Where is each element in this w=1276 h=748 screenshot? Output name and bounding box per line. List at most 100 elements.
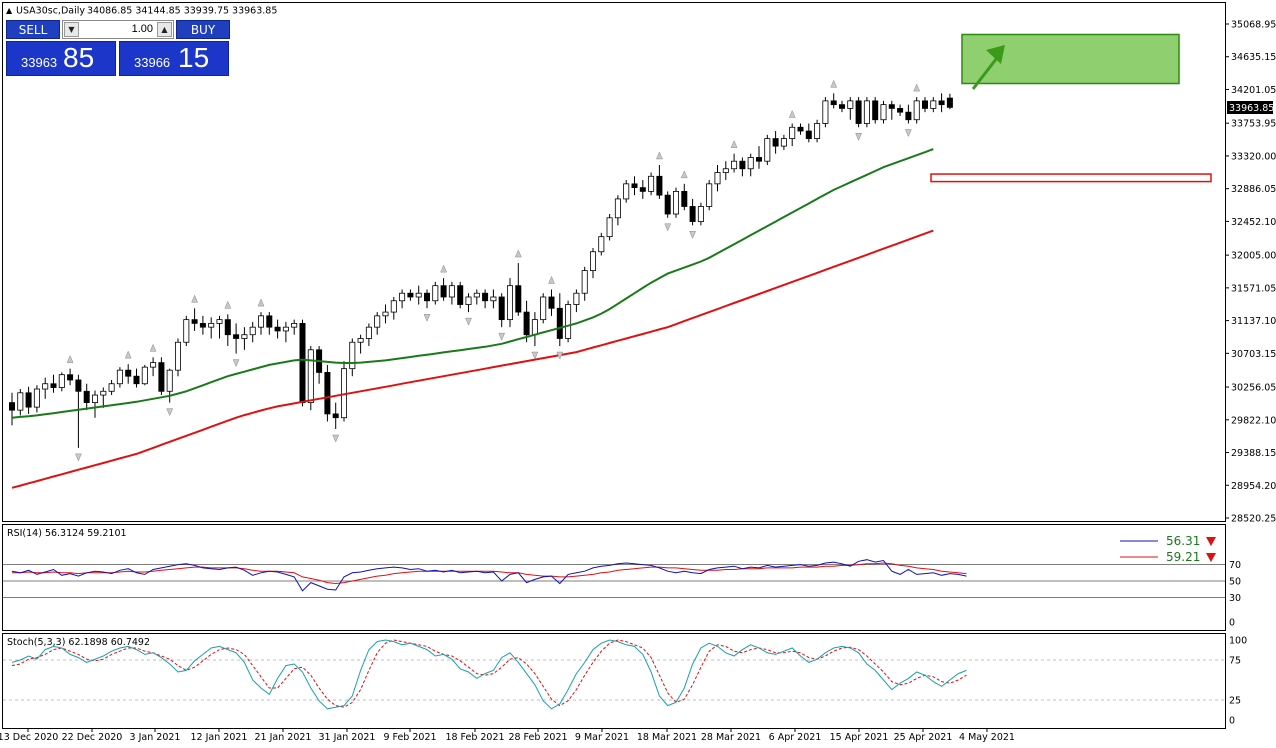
buy-price[interactable]: 33966 15 (119, 41, 229, 76)
candle-body (100, 390, 107, 396)
buy-button[interactable]: BUY (176, 20, 230, 39)
symbol-label: USA30sc,Daily (16, 6, 85, 17)
candle-body (598, 236, 605, 253)
y-tick-label: 33320.00 (1231, 151, 1276, 162)
candle-body (249, 326, 256, 336)
candle-body (556, 307, 563, 339)
candle-body (282, 326, 289, 332)
stoch-panel-frame (2, 633, 1226, 729)
ohlc-label: 34086.85 34144.85 33939.75 33963.85 (87, 6, 277, 17)
candle-body (523, 311, 530, 336)
candle-body (199, 322, 206, 328)
candle-body (780, 138, 787, 147)
candle-body (764, 138, 771, 162)
candle-body (573, 292, 580, 305)
candle-body (141, 366, 148, 385)
candle-body (897, 108, 904, 113)
sell-price[interactable]: 33963 85 (6, 41, 116, 76)
candle-body (233, 334, 240, 339)
candle-body (241, 334, 248, 339)
stoch-title: Stoch(5,3,3) 62.1898 60.7492 (7, 637, 150, 648)
stoch-tick-label: 75 (1229, 656, 1241, 667)
candle-body (548, 296, 555, 309)
candle-body (614, 198, 621, 219)
chevron-up-icon[interactable]: ▲ (157, 22, 172, 37)
y-tick-label: 29822.10 (1231, 415, 1276, 426)
candle-body (905, 111, 912, 121)
candle-body (822, 100, 829, 124)
chevron-down-icon[interactable]: ▼ (64, 22, 79, 37)
candle-body (590, 251, 597, 271)
candle-body (913, 100, 920, 121)
candle-body (191, 319, 198, 324)
candle-body (133, 375, 140, 385)
candle-body (75, 379, 82, 392)
sell-button[interactable]: SELL (6, 20, 60, 39)
rsi-tick-label: 0 (1229, 618, 1235, 629)
candle-body (266, 315, 273, 328)
candle-body (407, 292, 414, 298)
current-price-label: 33963.85 (1229, 103, 1274, 114)
lots-stepper[interactable]: ▼ 1.00 ▲ (62, 20, 174, 39)
candle-body (332, 413, 339, 419)
candle-body (731, 160, 738, 170)
candle-body (648, 175, 655, 192)
candle-body (299, 322, 306, 404)
candle-body (423, 292, 430, 302)
candle-body (506, 285, 513, 321)
candle-body (531, 319, 538, 336)
candle-body (789, 126, 796, 139)
candle-body (498, 296, 505, 321)
candle-body (274, 326, 281, 332)
rsi-legend-value-2: 59.21 (1166, 550, 1200, 564)
candle-body (108, 383, 115, 392)
candle-body (880, 104, 887, 121)
y-tick-label: 35068.95 (1231, 20, 1276, 31)
candle-body (357, 338, 364, 343)
candle-body (805, 130, 812, 139)
candle-body (174, 341, 181, 371)
candle-body (92, 394, 99, 404)
candle-body (448, 285, 455, 298)
x-tick-label: 6 Apr 2021 (769, 732, 822, 743)
candle-body (457, 285, 464, 305)
x-tick-label: 28 Mar 2021 (701, 732, 761, 743)
candle-body (706, 183, 713, 207)
candle-body (440, 285, 447, 298)
candle-body (307, 349, 314, 404)
candle-body (565, 304, 572, 339)
candle-body (623, 183, 630, 200)
candle-body (208, 322, 215, 328)
candle-body (166, 369, 173, 392)
candle-body (291, 322, 298, 328)
candle-body (257, 315, 264, 328)
y-tick-label: 28520.25 (1231, 514, 1276, 525)
y-tick-label: 33753.95 (1231, 119, 1276, 130)
candle-body (116, 369, 123, 385)
candle-body (382, 311, 389, 317)
lots-value[interactable]: 1.00 (132, 23, 153, 35)
x-tick-label: 25 Apr 2021 (894, 732, 953, 743)
candle-body (183, 319, 190, 343)
candle-body (938, 100, 945, 106)
x-tick-label: 28 Feb 2021 (508, 732, 567, 743)
candle-body (664, 194, 671, 215)
candle-body (631, 183, 638, 189)
candle-body (482, 292, 489, 302)
candle-body (390, 300, 397, 313)
candle-body (681, 190, 688, 207)
candle-body (473, 292, 480, 298)
stoch-tick-label: 0 (1229, 716, 1235, 727)
candle-body (847, 100, 854, 109)
candle-body (689, 206, 696, 222)
candle-body (58, 374, 65, 388)
candle-body (50, 383, 57, 388)
buy-price-pips: 15 (178, 42, 210, 73)
rsi-panel-frame (2, 524, 1226, 631)
candle-body (747, 157, 754, 170)
chart-root: 35068.95 34635.15 34201.05 33753.95 33320.00… (0, 2, 1276, 743)
candle-body (432, 285, 439, 302)
candle-body (797, 126, 804, 132)
sell-price-main: 33963 (21, 55, 58, 70)
x-tick-label: 3 Jan 2021 (130, 732, 181, 743)
